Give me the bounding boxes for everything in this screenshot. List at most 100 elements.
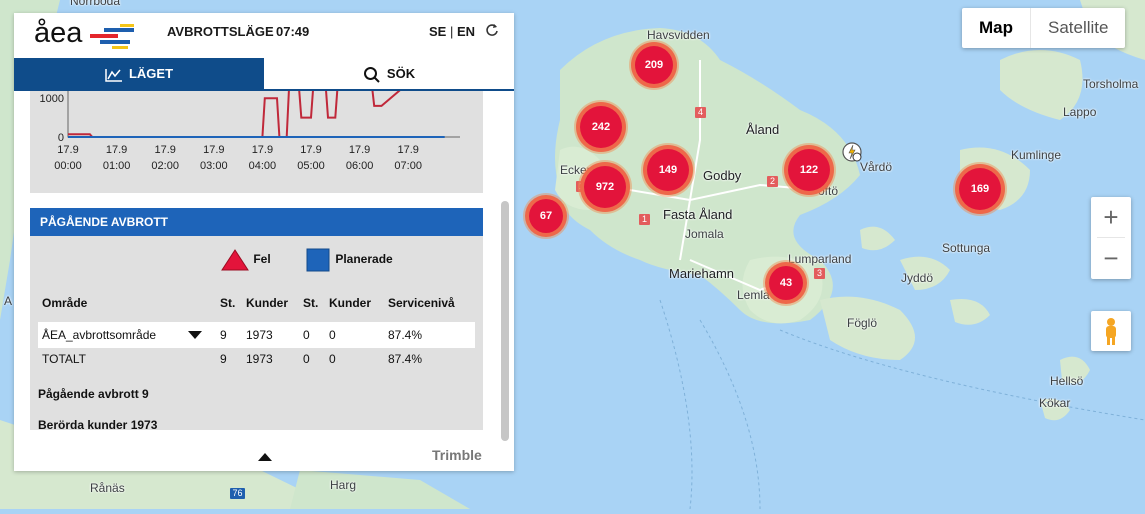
lang-se-link[interactable]: SE bbox=[429, 24, 446, 39]
place-label: Torsholma bbox=[1083, 77, 1139, 91]
customers-cell: 0 bbox=[329, 352, 336, 366]
x-tick-label: 04:00 bbox=[249, 160, 277, 172]
place-label: Harg bbox=[330, 478, 357, 492]
place-label: Jomala bbox=[685, 227, 724, 241]
outage-cluster-marker[interactable]: 43 bbox=[765, 262, 807, 304]
place-label: Hellsö bbox=[1050, 374, 1084, 388]
outage-cluster-marker[interactable]: 209 bbox=[631, 42, 677, 88]
place-label: Lumparland bbox=[788, 252, 852, 266]
column-header: Område bbox=[42, 296, 88, 310]
panel-header: åea AVBROTTSLÄGE 07:49 SE | EN bbox=[14, 13, 514, 58]
place-label: Lemla bbox=[737, 288, 770, 302]
x-tick-label: 07:00 bbox=[394, 160, 422, 172]
street-view-pegman-button[interactable] bbox=[1091, 311, 1131, 351]
place-label: Godby bbox=[703, 168, 742, 183]
affected-customers-count: Berörda kunder 1973 bbox=[38, 418, 158, 432]
info-panel: åea AVBROTTSLÄGE 07:49 SE | EN LÄGET SÖK… bbox=[14, 13, 514, 471]
section-title: PÅGÅENDE AVBROTT bbox=[30, 208, 483, 236]
panel-scrollbar[interactable] bbox=[501, 201, 509, 441]
y-tick-label: 0 bbox=[58, 132, 64, 144]
outage-table: Område St. Kunder St. Kunder Servicenivå… bbox=[30, 290, 483, 370]
road-number: 3 bbox=[814, 268, 825, 279]
service-cell: 87.4% bbox=[388, 352, 423, 366]
place-label: Kumlinge bbox=[1011, 148, 1062, 162]
search-icon bbox=[363, 66, 380, 83]
map-type-control: Map Satellite bbox=[962, 8, 1126, 48]
tab-sok[interactable]: SÖK bbox=[264, 58, 514, 89]
outage-cluster-marker[interactable]: 67 bbox=[525, 195, 567, 237]
place-label: Åland bbox=[746, 122, 780, 137]
outage-cluster-marker[interactable]: 149 bbox=[643, 145, 693, 195]
st-cell: 0 bbox=[303, 328, 310, 342]
lang-separator: | bbox=[449, 24, 454, 39]
page-title: AVBROTTSLÄGE bbox=[167, 24, 274, 39]
x-tick-label: 17.9 bbox=[106, 144, 127, 156]
area-cell: TOTALT bbox=[42, 352, 87, 366]
map-type-map-button[interactable]: Map bbox=[962, 8, 1030, 48]
x-tick-label: 00:00 bbox=[54, 160, 82, 172]
chart-svg: 1000017.900:0017.901:0017.902:0017.903:0… bbox=[40, 73, 460, 172]
language-switch: SE | EN bbox=[429, 24, 475, 39]
area-cell: ÅEA_avbrottsområde bbox=[42, 328, 157, 342]
tab-label: LÄGET bbox=[128, 66, 174, 81]
st-cell: 9 bbox=[220, 328, 227, 342]
lang-en-link[interactable]: EN bbox=[457, 24, 475, 39]
st-cell: 9 bbox=[220, 352, 227, 366]
x-tick-label: 05:00 bbox=[297, 160, 325, 172]
x-tick-label: 17.9 bbox=[203, 144, 224, 156]
x-tick-label: 01:00 bbox=[103, 160, 131, 172]
place-label: Havsvidden bbox=[647, 28, 710, 42]
legend-planned: Planerade bbox=[306, 248, 393, 272]
column-header: St. bbox=[303, 296, 319, 310]
zoom-in-button[interactable]: + bbox=[1091, 197, 1131, 237]
expand-arrow-icon[interactable] bbox=[188, 331, 202, 340]
trimble-brand: Trimble bbox=[432, 447, 482, 463]
tab-label: SÖK bbox=[386, 66, 416, 81]
place-label: Mariehamn bbox=[669, 266, 735, 281]
collapse-panel-icon[interactable] bbox=[258, 453, 272, 462]
customers-cell: 0 bbox=[329, 328, 336, 342]
road-number: 2 bbox=[767, 176, 778, 187]
service-cell: 87.4% bbox=[388, 328, 423, 342]
x-tick-label: 17.9 bbox=[397, 144, 418, 156]
outage-history-chart: 1000 0 17.9 00:00 17.9 01:00 17.9 02:00 17.9 03:0… bbox=[30, 73, 483, 193]
place-label: Rånäs bbox=[90, 481, 125, 495]
column-header: St. bbox=[220, 296, 236, 310]
outage-cluster-marker[interactable]: 122 bbox=[784, 145, 834, 195]
logo-mark-icon bbox=[90, 24, 134, 49]
legend-fault-label: Fel bbox=[253, 252, 271, 267]
outage-cluster-marker[interactable]: 169 bbox=[955, 164, 1005, 214]
column-header: Kunder bbox=[246, 296, 288, 310]
planned-square-icon bbox=[306, 248, 330, 272]
power-outage-icon[interactable] bbox=[841, 141, 865, 165]
pegman-icon bbox=[1106, 318, 1116, 345]
x-tick-label: 02:00 bbox=[151, 160, 179, 172]
current-time: 07:49 bbox=[276, 24, 310, 39]
chart-icon bbox=[105, 68, 122, 82]
x-tick-label: 17.9 bbox=[57, 144, 78, 156]
refresh-icon[interactable] bbox=[485, 23, 499, 37]
place-label: Föglö bbox=[847, 316, 878, 330]
x-tick-label: 06:00 bbox=[346, 160, 374, 172]
place-label: Norrboda bbox=[70, 0, 121, 8]
place-label: Lappo bbox=[1063, 105, 1097, 119]
legend-fault: Fel bbox=[220, 248, 271, 272]
place-label: Fasta Åland bbox=[663, 207, 733, 222]
outage-cluster-marker[interactable]: 972 bbox=[580, 162, 630, 212]
legend-planned-label: Planerade bbox=[335, 252, 393, 267]
x-tick-label: 03:00 bbox=[200, 160, 228, 172]
tab-laget[interactable]: LÄGET bbox=[14, 58, 264, 89]
outage-cluster-marker[interactable]: 242 bbox=[576, 102, 626, 152]
column-header: Kunder bbox=[329, 296, 371, 310]
customers-cell: 1973 bbox=[246, 352, 273, 366]
x-tick-label: 17.9 bbox=[154, 144, 175, 156]
place-label: A bbox=[4, 294, 13, 308]
ongoing-outages-section: PÅGÅENDE AVBROTT Fel Planerade Område St… bbox=[30, 208, 483, 432]
zoom-out-button[interactable]: − bbox=[1091, 238, 1131, 278]
y-tick-label: 1000 bbox=[40, 93, 64, 105]
table-row: TOTALT 9 1973 0 0 87.4% bbox=[30, 348, 483, 370]
map-type-satellite-button[interactable]: Satellite bbox=[1031, 8, 1125, 48]
x-tick-label: 17.9 bbox=[252, 144, 273, 156]
table-row[interactable]: ÅEA_avbrottsområde 9 1973 0 0 87.4% bbox=[38, 322, 475, 348]
place-label: Kökar bbox=[1039, 396, 1071, 410]
